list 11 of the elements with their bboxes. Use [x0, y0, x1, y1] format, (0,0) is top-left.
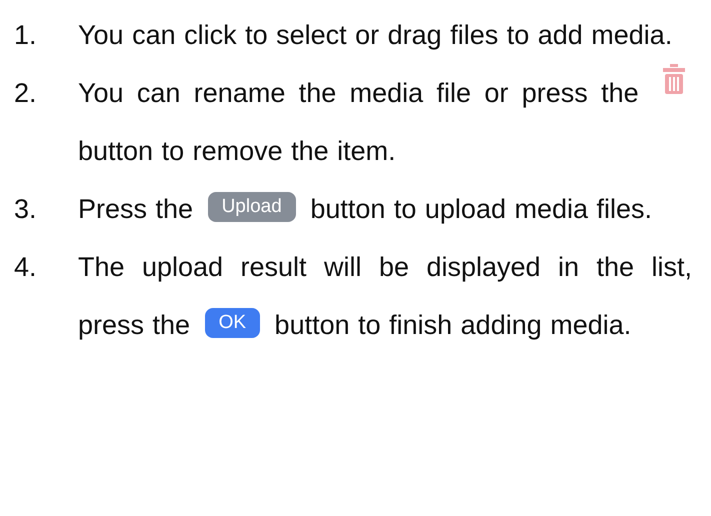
trash-icon: [662, 64, 686, 94]
step-text: Press the Upload button to upload media files.: [78, 191, 654, 226]
step-number: 1.: [14, 19, 38, 52]
step-text: The upload result will be displayed in the list, press the OK button to finish adding media.: [78, 251, 692, 342]
step-number: 4.: [14, 251, 38, 284]
step-text: You can click to select or drag files to add media.: [78, 19, 674, 52]
step-number: 3.: [14, 193, 38, 226]
step-number: 2.: [14, 77, 38, 110]
step-text: You can rename the media file or press the button to remove the item.: [78, 64, 692, 180]
inline-button[interactable]: OK: [204, 308, 260, 338]
inline-button[interactable]: Upload: [208, 192, 296, 222]
